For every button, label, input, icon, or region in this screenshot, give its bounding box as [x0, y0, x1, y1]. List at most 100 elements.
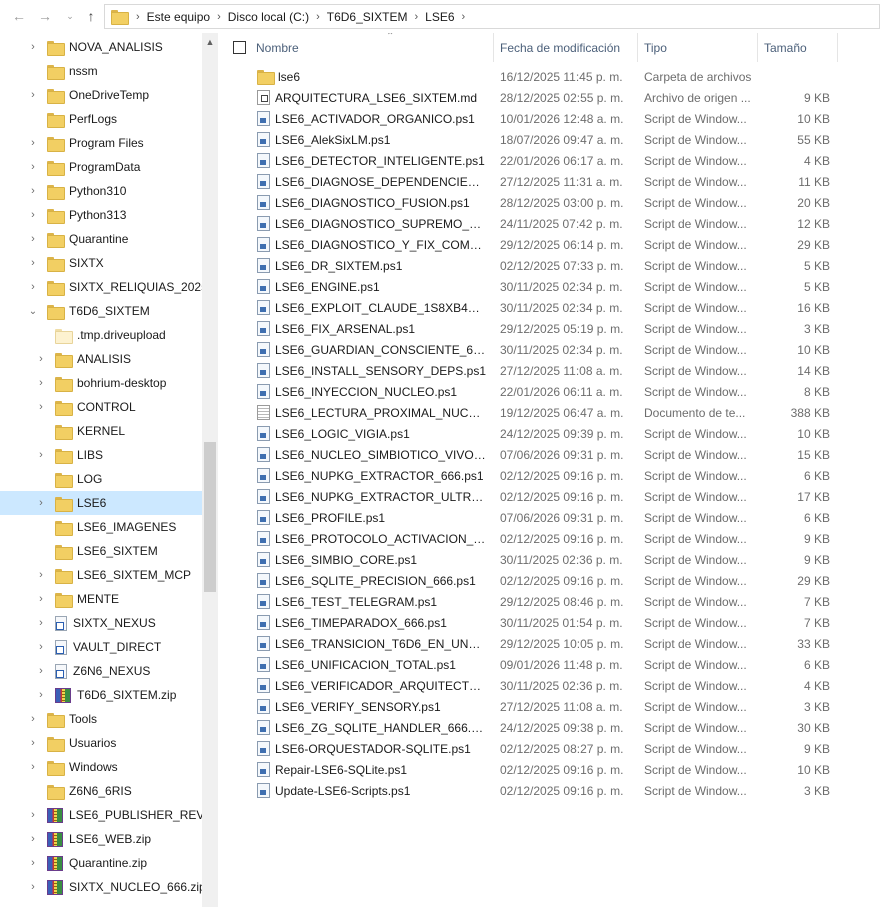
- expand-chevron-right-icon[interactable]: ›: [35, 593, 47, 605]
- nav-item[interactable]: ⌄ T6D6_SIXTEM: [0, 299, 203, 323]
- file-row[interactable]: LSE6_DETECTOR_INTELIGENTE.ps1 22/01/2026 …: [222, 150, 880, 171]
- expand-chevron-right-icon[interactable]: ›: [35, 569, 47, 581]
- expand-chevron-right-icon[interactable]: ›: [35, 641, 47, 653]
- expand-chevron-right-icon[interactable]: ›: [35, 665, 47, 677]
- scroll-thumb[interactable]: [204, 442, 216, 592]
- nav-item[interactable]: › NOVA_ANALISIS: [0, 35, 203, 59]
- nav-item[interactable]: Z6N6_6RIS: [0, 779, 203, 803]
- file-row[interactable]: LSE6-ORQUESTADOR-SQLITE.ps1 02/12/2025 08…: [222, 738, 880, 759]
- file-row[interactable]: LSE6_DIAGNOSTICO_FUSION.ps1 28/12/2025 03…: [222, 192, 880, 213]
- nav-item[interactable]: › Tools: [0, 707, 203, 731]
- breadcrumb-separator-icon[interactable]: ›: [309, 11, 327, 23]
- nav-item[interactable]: › LIBS: [0, 443, 203, 467]
- recent-locations-chevron-icon[interactable]: ⌄: [61, 7, 79, 25]
- file-row[interactable]: LSE6_PROFILE.ps1 07/06/2026 09:31 p. m. Sc…: [222, 507, 880, 528]
- nav-item[interactable]: › CONTROL: [0, 395, 203, 419]
- navigation-scrollbar[interactable]: ▲: [202, 33, 218, 907]
- expand-chevron-right-icon[interactable]: ›: [27, 161, 39, 173]
- file-row[interactable]: LSE6_NUCLEO_SIMBIOTICO_VIVO.ps1 07/06/202…: [222, 444, 880, 465]
- breadcrumb-separator-icon[interactable]: ›: [129, 11, 147, 23]
- expand-chevron-right-icon[interactable]: ›: [27, 281, 39, 293]
- nav-item[interactable]: KERNEL: [0, 419, 203, 443]
- up-arrow-icon[interactable]: ↑: [82, 7, 100, 25]
- nav-item[interactable]: › Python313: [0, 203, 203, 227]
- file-row[interactable]: Repair-LSE6-SQLite.ps1 02/12/2025 09:16 p…: [222, 759, 880, 780]
- file-row[interactable]: LSE6_EXPLOIT_CLAUDE_1S8XB4M.ps1 30/11/202…: [222, 297, 880, 318]
- expand-chevron-right-icon[interactable]: ›: [35, 449, 47, 461]
- expand-chevron-right-icon[interactable]: ›: [27, 41, 39, 53]
- file-row[interactable]: LSE6_LOGIC_VIGIA.ps1 24/12/2025 09:39 p. …: [222, 423, 880, 444]
- nav-item[interactable]: .tmp.driveupload: [0, 323, 203, 347]
- breadcrumb-item[interactable]: Disco local (C:): [228, 10, 309, 24]
- file-row[interactable]: LSE6_ENGINE.ps1 30/11/2025 02:34 p. m. Scr…: [222, 276, 880, 297]
- nav-item[interactable]: LOG: [0, 467, 203, 491]
- nav-item[interactable]: nssm: [0, 59, 203, 83]
- expand-chevron-right-icon[interactable]: ›: [35, 401, 47, 413]
- nav-item[interactable]: PerfLogs: [0, 107, 203, 131]
- file-row[interactable]: Update-LSE6-Scripts.ps1 02/12/2025 09:16 …: [222, 780, 880, 801]
- nav-item[interactable]: LSE6_SIXTEM: [0, 539, 203, 563]
- file-row[interactable]: LSE6_TIMEPARADOX_666.ps1 30/11/2025 01:54…: [222, 612, 880, 633]
- nav-item[interactable]: › Windows: [0, 755, 203, 779]
- expand-chevron-right-icon[interactable]: ›: [27, 185, 39, 197]
- breadcrumb-item[interactable]: Este equipo: [147, 10, 210, 24]
- expand-chevron-right-icon[interactable]: ›: [27, 89, 39, 101]
- expand-chevron-right-icon[interactable]: ›: [27, 833, 39, 845]
- expand-chevron-right-icon[interactable]: ›: [27, 257, 39, 269]
- nav-item[interactable]: › LSE6: [0, 491, 203, 515]
- file-row[interactable]: LSE6_DR_SIXTEM.ps1 02/12/2025 07:33 p. m.…: [222, 255, 880, 276]
- nav-item[interactable]: › Program Files: [0, 131, 203, 155]
- expand-chevron-right-icon[interactable]: ›: [27, 857, 39, 869]
- file-row[interactable]: LSE6_SQLITE_PRECISION_666.ps1 02/12/2025 …: [222, 570, 880, 591]
- select-all-checkbox[interactable]: [233, 41, 246, 54]
- scroll-up-icon[interactable]: ▲: [202, 37, 218, 49]
- nav-item[interactable]: › SIXTX_RELIQUIAS_2025100: [0, 275, 203, 299]
- nav-item[interactable]: LSE6_IMAGENES: [0, 515, 203, 539]
- expand-chevron-right-icon[interactable]: ›: [27, 881, 39, 893]
- file-row[interactable]: LSE6_LECTURA_PROXIMAL_NUCLEO.txt 19/12/20…: [222, 402, 880, 423]
- file-row[interactable]: LSE6_NUPKG_EXTRACTOR_ULTRA_PUR... 02/12/2…: [222, 486, 880, 507]
- nav-item[interactable]: › LSE6_WEB.zip: [0, 827, 203, 851]
- breadcrumb-separator-icon[interactable]: ›: [455, 11, 473, 23]
- file-row[interactable]: LSE6_UNIFICACION_TOTAL.ps1 09/01/2026 11:…: [222, 654, 880, 675]
- file-row[interactable]: LSE6_VERIFICADOR_ARQUITECTURA.ps1 30/11/2…: [222, 675, 880, 696]
- file-row[interactable]: LSE6_TEST_TELEGRAM.ps1 29/12/2025 08:46 p…: [222, 591, 880, 612]
- expand-chevron-right-icon[interactable]: ›: [27, 233, 39, 245]
- file-row[interactable]: LSE6_NUPKG_EXTRACTOR_666.ps1 02/12/2025 0…: [222, 465, 880, 486]
- nav-item[interactable]: › Z6N6_NEXUS: [0, 659, 203, 683]
- nav-item[interactable]: › SIXTX_NEXUS: [0, 611, 203, 635]
- file-row[interactable]: LSE6_DIAGNOSE_DEPENDENCIES.ps1 27/12/2025…: [222, 171, 880, 192]
- expand-chevron-right-icon[interactable]: ›: [27, 137, 39, 149]
- nav-item[interactable]: › bohrium-desktop: [0, 371, 203, 395]
- expand-chevron-right-icon[interactable]: ›: [27, 209, 39, 221]
- forward-arrow-icon[interactable]: →: [36, 7, 54, 25]
- expand-chevron-right-icon[interactable]: ›: [35, 497, 47, 509]
- file-row[interactable]: lse6 16/12/2025 11:45 p. m. Carpeta de arc…: [222, 66, 880, 87]
- column-header-size[interactable]: Tamaño: [758, 33, 838, 62]
- expand-chevron-right-icon[interactable]: ›: [27, 713, 39, 725]
- expand-chevron-right-icon[interactable]: ›: [27, 761, 39, 773]
- file-row[interactable]: LSE6_PROTOCOLO_ACTIVACION_DIRE... 02/12/2…: [222, 528, 880, 549]
- file-row[interactable]: LSE6_TRANSICION_T6D6_EN_UN6.ps1 29/12/202…: [222, 633, 880, 654]
- expand-chevron-right-icon[interactable]: ›: [27, 809, 39, 821]
- nav-item[interactable]: › MENTE: [0, 587, 203, 611]
- address-bar[interactable]: › Este equipo › Disco local (C:) › T6D6_SIXTE…: [104, 4, 880, 29]
- file-row[interactable]: LSE6_DIAGNOSTICO_Y_FIX_COMPLET... 29/12/2…: [222, 234, 880, 255]
- expand-chevron-right-icon[interactable]: ›: [35, 377, 47, 389]
- nav-item[interactable]: › Python310: [0, 179, 203, 203]
- expand-chevron-right-icon[interactable]: ›: [27, 737, 39, 749]
- nav-item[interactable]: › VAULT_DIRECT: [0, 635, 203, 659]
- file-row[interactable]: LSE6_VERIFY_SENSORY.ps1 27/12/2025 11:08 …: [222, 696, 880, 717]
- breadcrumb-separator-icon[interactable]: ›: [210, 11, 228, 23]
- file-row[interactable]: ARQUITECTURA_LSE6_SIXTEM.md 28/12/2025 02…: [222, 87, 880, 108]
- column-header-name[interactable]: ⌃ Nombre: [250, 33, 494, 62]
- file-row[interactable]: LSE6_FIX_ARSENAL.ps1 29/12/2025 05:19 p. …: [222, 318, 880, 339]
- column-header-date[interactable]: Fecha de modificación: [494, 33, 638, 62]
- file-row[interactable]: LSE6_ACTIVADOR_ORGANICO.ps1 10/01/2026 12…: [222, 108, 880, 129]
- file-row[interactable]: LSE6_INYECCION_NUCLEO.ps1 22/01/2026 06:1…: [222, 381, 880, 402]
- column-header-type[interactable]: Tipo: [638, 33, 758, 62]
- file-row[interactable]: LSE6_INSTALL_SENSORY_DEPS.ps1 27/12/2025 …: [222, 360, 880, 381]
- breadcrumb-item[interactable]: T6D6_SIXTEM: [327, 10, 408, 24]
- file-row[interactable]: LSE6_GUARDIAN_CONSCIENTE_666.ps1 30/11/20…: [222, 339, 880, 360]
- nav-item[interactable]: › OneDriveTemp: [0, 83, 203, 107]
